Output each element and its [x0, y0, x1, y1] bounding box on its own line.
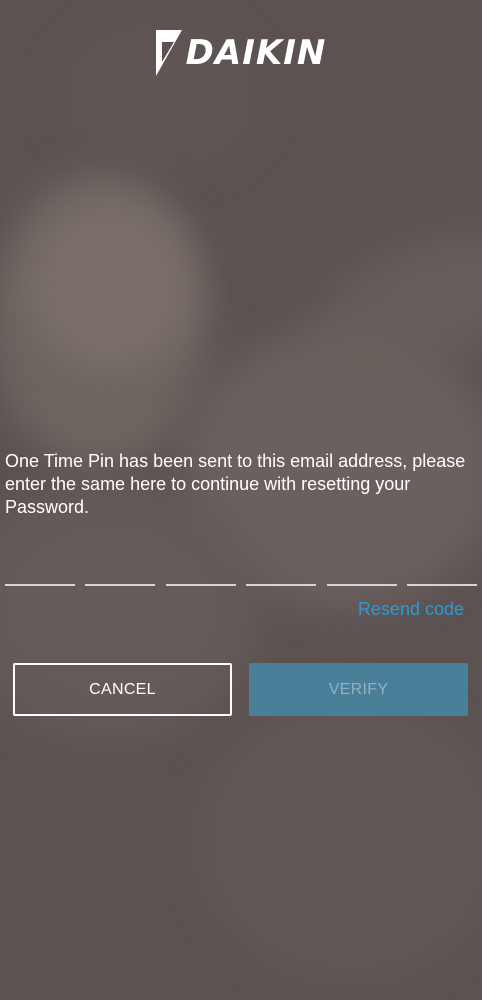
otp-verification-screen: DAIKIN One Time Pin has been sent to thi…	[0, 0, 482, 1000]
otp-digit-3[interactable]	[165, 570, 236, 586]
otp-instruction-text: One Time Pin has been sent to this email…	[5, 451, 466, 517]
otp-digit-5[interactable]	[326, 570, 397, 586]
daikin-logo: DAIKIN	[0, 30, 482, 76]
otp-digit-2[interactable]	[85, 570, 156, 586]
resend-code-link[interactable]: Resend code	[358, 599, 464, 620]
otp-digit-6[interactable]	[406, 570, 477, 586]
daikin-logo-mark-icon	[155, 30, 182, 76]
logo-text: DAIKIN	[185, 33, 327, 73]
cancel-button[interactable]: CANCEL	[13, 663, 232, 716]
otp-digit-1[interactable]	[5, 570, 75, 586]
otp-input-row	[5, 570, 477, 586]
otp-digit-4[interactable]	[246, 570, 317, 586]
verify-button[interactable]: VERIFY	[249, 663, 468, 716]
